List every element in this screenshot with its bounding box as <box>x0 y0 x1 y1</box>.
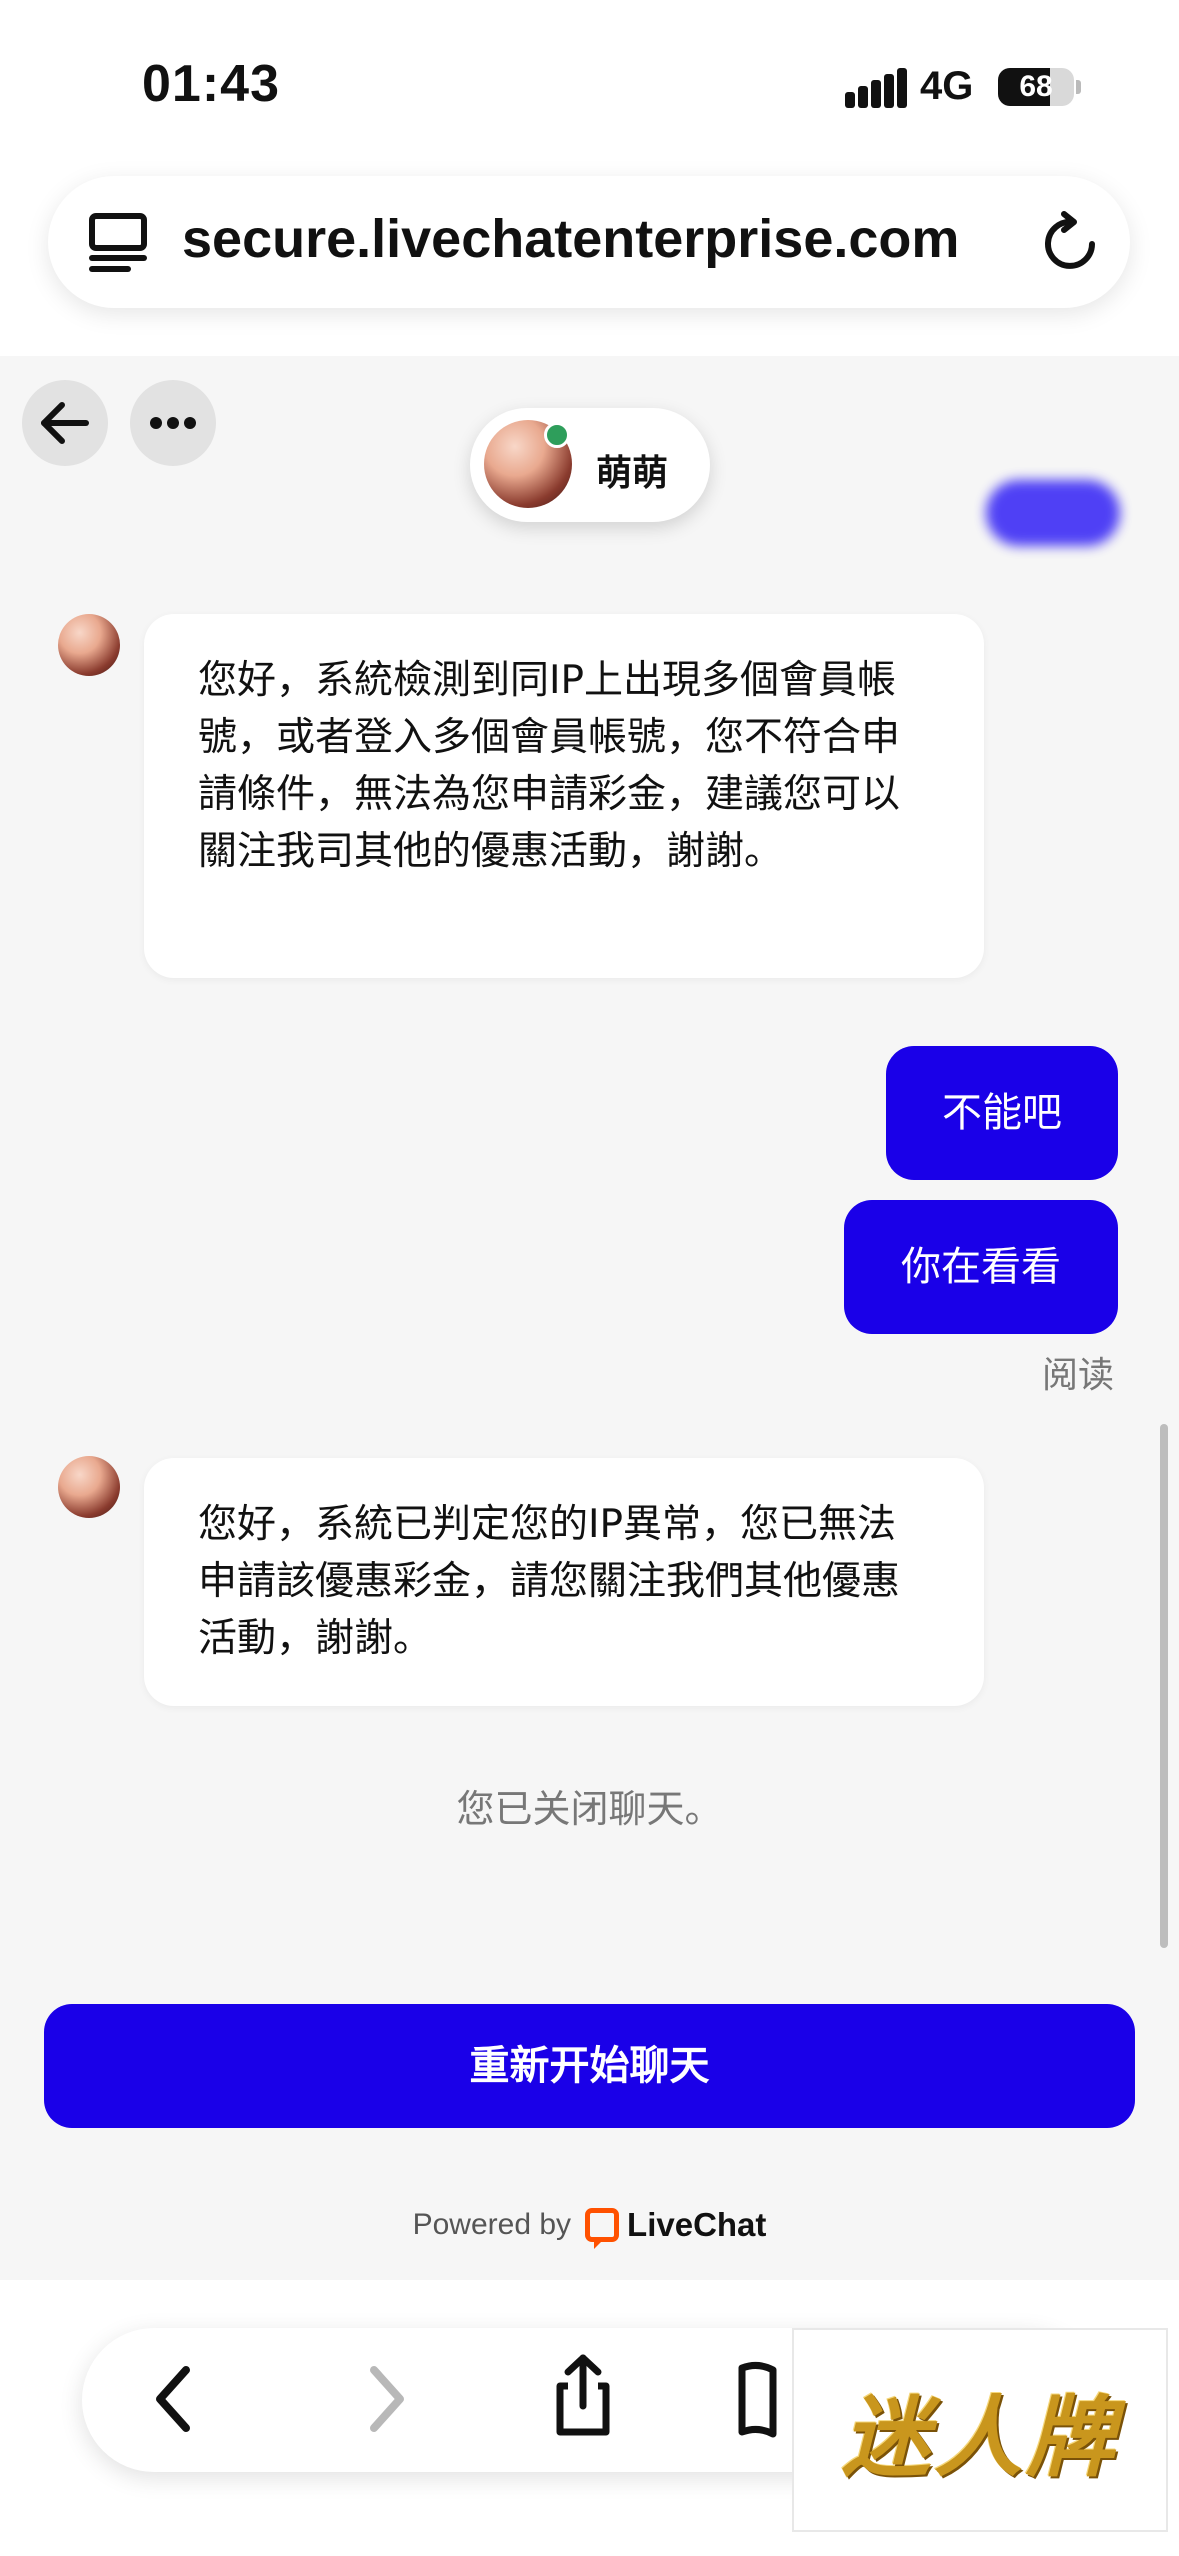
restart-chat-button[interactable]: 重新开始聊天 <box>44 2004 1135 2128</box>
back-nav-icon[interactable] <box>130 2354 220 2444</box>
url-text[interactable]: secure.livechatenterprise.com <box>182 208 959 270</box>
network-type: 4G <box>920 64 974 108</box>
read-receipt: 阅读 <box>1042 1355 1115 1396</box>
powered-by: Powered by LiveChat <box>0 2206 1179 2249</box>
online-status-dot <box>544 422 570 448</box>
agent-message: 您好，系統檢測到同IP上出現多個會員帳號，或者登入多個會員帳號，您不符合申請條件… <box>144 614 984 978</box>
livechat-brand-name: LiveChat <box>627 2206 767 2243</box>
back-button[interactable] <box>22 380 108 466</box>
battery-percent: 68 <box>1019 70 1053 103</box>
reload-icon[interactable] <box>1042 210 1102 274</box>
agent-name: 萌萌 <box>596 453 669 494</box>
arrow-left-icon <box>41 402 89 444</box>
message-avatar <box>58 614 120 676</box>
chat-closed-notice: 您已关闭聊天。 <box>456 1787 723 1831</box>
share-icon[interactable] <box>538 2350 628 2440</box>
more-dots-icon <box>150 417 196 429</box>
forward-nav-icon[interactable] <box>340 2354 430 2444</box>
more-options-button[interactable] <box>130 380 216 466</box>
scrollbar[interactable] <box>1160 1424 1168 1948</box>
user-message: 不能吧 <box>886 1046 1118 1180</box>
watermark-text: 迷人牌 <box>841 2384 1118 2489</box>
powered-by-label: Powered by <box>412 2208 572 2241</box>
user-message: 你在看看 <box>844 1200 1118 1334</box>
signal-icon <box>845 68 907 108</box>
status-time: 01:43 <box>142 55 280 113</box>
watermark-logo: 迷人牌 <box>792 2328 1168 2532</box>
tabs-icon[interactable] <box>88 212 148 274</box>
battery-icon: 68 <box>998 68 1074 106</box>
agent-message: 您好，系統已判定您的IP異常，您已無法申請該優惠彩金，請您關注我們其他優惠活動，… <box>144 1458 984 1706</box>
blurred-element <box>986 480 1120 546</box>
livechat-brand[interactable]: LiveChat <box>585 2206 767 2249</box>
message-avatar <box>58 1456 120 1518</box>
livechat-logo-icon <box>585 2208 620 2249</box>
battery-tip <box>1076 80 1081 94</box>
